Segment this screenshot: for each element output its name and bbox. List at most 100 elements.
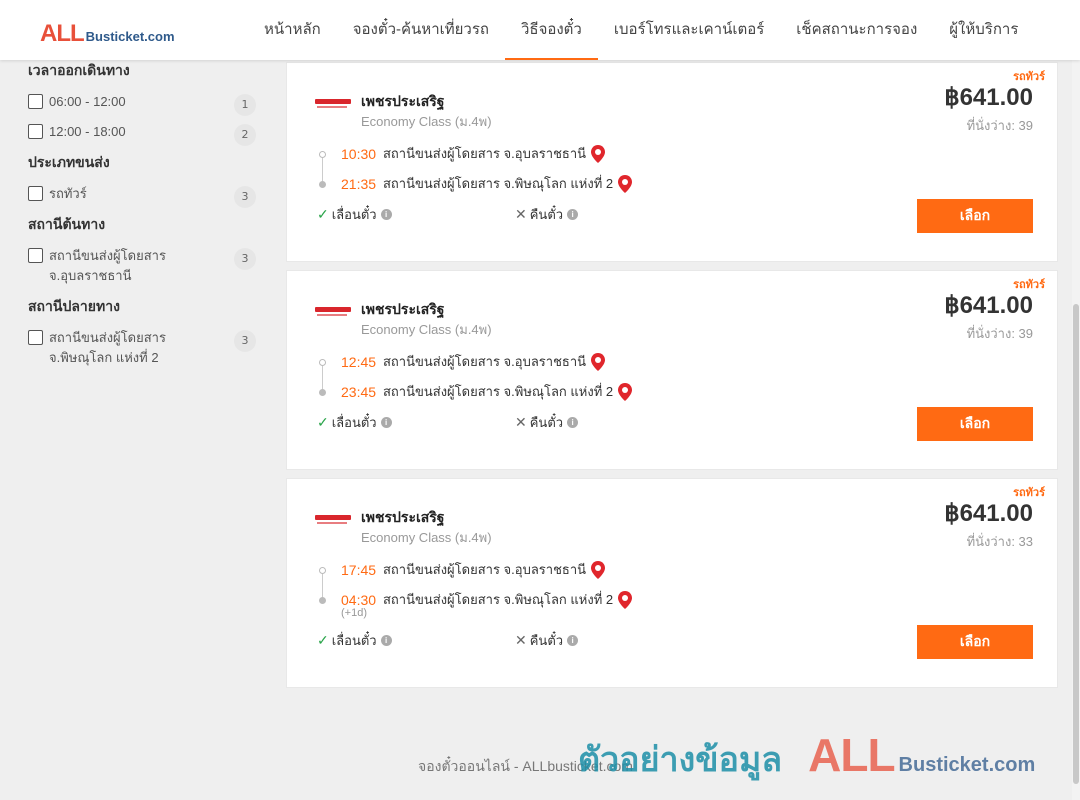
nav-phone-counters[interactable]: เบอร์โทรและเคาน์เตอร์ <box>598 0 780 60</box>
reschedule-label: เลื่อนตั๋ว <box>331 633 377 648</box>
scrollbar-thumb[interactable] <box>1073 304 1079 784</box>
operator-logo <box>315 307 351 319</box>
refund-label: คืนตั๋ว <box>529 633 564 648</box>
x-icon: ✕ <box>515 206 527 222</box>
nav-book-search[interactable]: จองตั๋ว-ค้นหาเที่ยวรถ <box>337 0 505 60</box>
filter-checkbox[interactable] <box>28 248 43 263</box>
check-icon: ✓ <box>317 206 329 222</box>
site-logo[interactable]: ALL Busticket.com <box>40 20 175 48</box>
reschedule-policy: ✓ เลื่อนตั๋ว i <box>317 204 392 225</box>
refund-label: คืนตั๋ว <box>529 415 564 430</box>
info-icon[interactable]: i <box>380 635 392 646</box>
timeline-start-dot <box>319 151 326 158</box>
timeline-end-dot <box>319 181 326 188</box>
filter-destination: สถานีปลายทาง สถานีขนส่งผู้โดยสาร จ.พิษณุ… <box>28 296 258 368</box>
filter-option-label: 12:00 - 18:00 <box>49 124 126 139</box>
map-pin-icon[interactable] <box>618 382 633 401</box>
departure-station: สถานีขนส่งผู้โดยสาร จ.อุบลราชธานี <box>383 146 587 161</box>
sample-data-watermark: ตัวอย่างข้อมูล ALL Busticket.com <box>578 728 1035 786</box>
trip-price: ฿641.00 <box>944 292 1033 319</box>
filter-option[interactable]: รถทัวร์ 3 <box>28 184 258 208</box>
departure-stop: 10:30 สถานีขนส่งผู้โดยสาร จ.อุบลราชธานี <box>341 143 606 164</box>
watermark-logo-all: ALL <box>808 729 895 781</box>
timeline-end-dot <box>319 389 326 396</box>
check-icon: ✓ <box>317 632 329 648</box>
arrival-stop: 23:45 สถานีขนส่งผู้โดยสาร จ.พิษณุโลก แห่… <box>341 381 633 402</box>
trip-card: รถทัวร์ เพชรประเสริฐ Economy Class (ม.4พ… <box>286 478 1058 688</box>
info-icon[interactable]: i <box>567 635 579 646</box>
refund-policy: ✕ คืนตั๋ว i <box>515 204 579 225</box>
count-badge: 1 <box>234 94 256 116</box>
x-icon: ✕ <box>515 414 527 430</box>
filter-transport-type: ประเภทขนส่ง รถทัวร์ 3 <box>28 152 258 208</box>
count-badge: 3 <box>234 186 256 208</box>
map-pin-icon[interactable] <box>591 352 606 371</box>
arrival-time: 21:35 <box>341 175 377 192</box>
operator-name: เพชรประเสริฐ <box>361 93 445 109</box>
select-trip-button[interactable]: เลือก <box>917 407 1033 441</box>
filter-sidebar: เวลาออกเดินทาง 06:00 - 12:00 1 12:00 - 1… <box>28 60 258 378</box>
arrival-station: สถานีขนส่งผู้โดยสาร จ.พิษณุโลก แห่งที่ 2 <box>383 384 614 399</box>
nav-home[interactable]: หน้าหลัก <box>248 0 337 60</box>
timeline-end-dot <box>319 597 326 604</box>
operator-logo <box>315 515 351 527</box>
site-header: ALL Busticket.com หน้าหลัก จองตั๋ว-ค้นหา… <box>0 0 1080 60</box>
main-nav: หน้าหลัก จองตั๋ว-ค้นหาเที่ยวรถ วิธีจองตั… <box>248 0 1034 60</box>
filter-checkbox[interactable] <box>28 330 43 345</box>
timeline-start-dot <box>319 359 326 366</box>
map-pin-icon[interactable] <box>591 560 606 579</box>
operator-name: เพชรประเสริฐ <box>361 509 445 525</box>
bus-class: Economy Class (ม.4พ) <box>361 530 492 545</box>
info-icon[interactable]: i <box>380 209 392 220</box>
filter-option-label: สถานีขนส่งผู้โดยสาร จ.อุบลราชธานี <box>49 248 166 283</box>
refund-policy: ✕ คืนตั๋ว i <box>515 630 579 651</box>
nav-check-booking[interactable]: เช็คสถานะการจอง <box>780 0 933 60</box>
filter-checkbox[interactable] <box>28 124 43 139</box>
filter-option[interactable]: สถานีขนส่งผู้โดยสาร จ.อุบลราชธานี 3 <box>28 246 258 286</box>
operator-name: เพชรประเสริฐ <box>361 301 445 317</box>
select-trip-button[interactable]: เลือก <box>917 199 1033 233</box>
info-icon[interactable]: i <box>380 417 392 428</box>
filter-option-label: สถานีขนส่งผู้โดยสาร จ.พิษณุโลก แห่งที่ 2 <box>49 330 166 365</box>
seats-available: ที่นั่งว่าง: 33 <box>966 534 1033 549</box>
reschedule-policy: ✓ เลื่อนตั๋ว i <box>317 630 392 651</box>
info-icon[interactable]: i <box>567 209 579 220</box>
map-pin-icon[interactable] <box>591 144 606 163</box>
arrival-time: 04:30 <box>341 591 377 608</box>
refund-policy: ✕ คืนตั๋ว i <box>515 412 579 433</box>
filter-title: เวลาออกเดินทาง <box>28 62 130 78</box>
nav-operators[interactable]: ผู้ให้บริการ <box>933 0 1034 60</box>
departure-station: สถานีขนส่งผู้โดยสาร จ.อุบลราชธานี <box>383 562 587 577</box>
seats-available: ที่นั่งว่าง: 39 <box>966 326 1033 341</box>
trip-price: ฿641.00 <box>944 500 1033 527</box>
departure-time: 17:45 <box>341 561 377 578</box>
page-scrollbar[interactable] <box>1072 60 1080 800</box>
refund-label: คืนตั๋ว <box>529 207 564 222</box>
reschedule-label: เลื่อนตั๋ว <box>331 415 377 430</box>
info-icon[interactable]: i <box>567 417 579 428</box>
filter-option[interactable]: 12:00 - 18:00 2 <box>28 122 258 146</box>
nav-how-to-book[interactable]: วิธีจองตั๋ว <box>504 0 598 60</box>
filter-title: สถานีต้นทาง <box>28 216 106 232</box>
map-pin-icon[interactable] <box>618 174 633 193</box>
logo-busticket-text: Busticket.com <box>85 29 175 44</box>
watermark-logo-rest: Busticket.com <box>898 754 1036 776</box>
departure-stop: 12:45 สถานีขนส่งผู้โดยสาร จ.อุบลราชธานี <box>341 351 606 372</box>
map-pin-icon[interactable] <box>618 590 633 609</box>
departure-time: 10:30 <box>341 145 377 162</box>
select-trip-button[interactable]: เลือก <box>917 625 1033 659</box>
trip-price: ฿641.00 <box>944 84 1033 111</box>
filter-title: สถานีปลายทาง <box>28 298 120 314</box>
filter-checkbox[interactable] <box>28 94 43 109</box>
departure-time: 12:45 <box>341 353 377 370</box>
operator-logo <box>315 99 351 111</box>
filter-option[interactable]: 06:00 - 12:00 1 <box>28 92 258 116</box>
logo-all-text: ALL <box>40 20 85 47</box>
reschedule-policy: ✓ เลื่อนตั๋ว i <box>317 412 392 433</box>
filter-title: ประเภทขนส่ง <box>28 154 110 170</box>
departure-station: สถานีขนส่งผู้โดยสาร จ.อุบลราชธานี <box>383 354 587 369</box>
filter-option[interactable]: สถานีขนส่งผู้โดยสาร จ.พิษณุโลก แห่งที่ 2… <box>28 328 258 368</box>
departure-stop: 17:45 สถานีขนส่งผู้โดยสาร จ.อุบลราชธานี <box>341 559 606 580</box>
filter-checkbox[interactable] <box>28 186 43 201</box>
filter-option-label: 06:00 - 12:00 <box>49 94 126 109</box>
